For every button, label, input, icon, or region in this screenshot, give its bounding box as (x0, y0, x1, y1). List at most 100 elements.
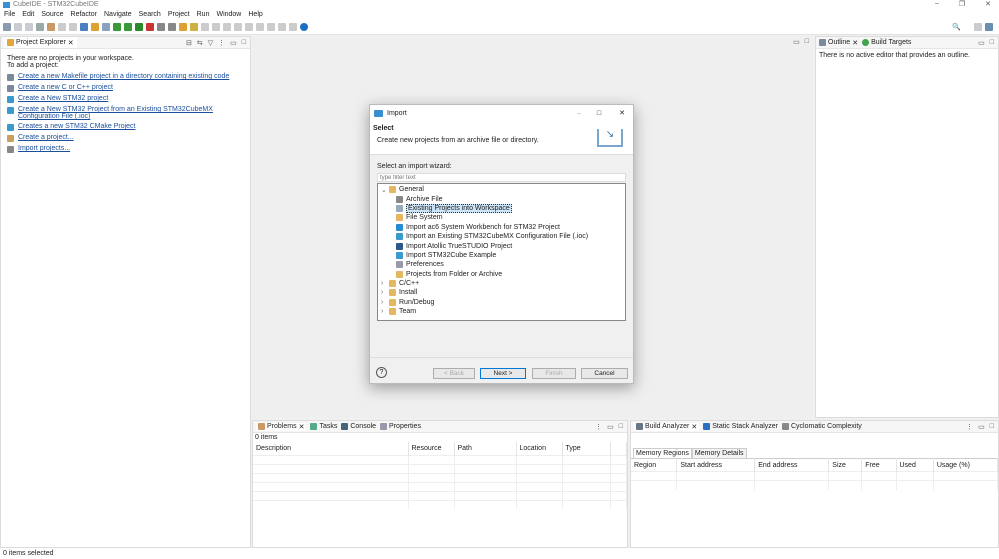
column-header[interactable]: Start address (676, 458, 756, 472)
maximize-button[interactable]: □ (597, 110, 601, 117)
toolbar-button-icon[interactable] (157, 23, 165, 31)
toolbar-button-icon[interactable] (69, 23, 77, 31)
menu-help[interactable]: Help (248, 11, 262, 18)
tab-static-stack-analyzer[interactable]: Static Stack Analyzer (703, 423, 778, 430)
search-icon[interactable]: 🔍 (952, 23, 961, 31)
tab-properties[interactable]: Properties (380, 423, 421, 430)
tab-tasks[interactable]: Tasks (310, 423, 337, 430)
close-icon[interactable]: ✕ (852, 39, 858, 47)
help-button[interactable]: ? (376, 367, 387, 378)
maximize-view-icon[interactable]: □ (990, 423, 994, 431)
link-text[interactable]: Import projects... (18, 145, 70, 152)
tab-outline[interactable]: Outline ✕ (819, 39, 858, 47)
create-project-link[interactable]: Create a New STM32 Project from an Exist… (7, 106, 244, 120)
close-icon[interactable]: ✕ (68, 39, 74, 47)
collapse-all-icon[interactable]: ⊟ (186, 39, 192, 47)
column-header[interactable]: Usage (%) (933, 458, 999, 472)
column-header[interactable]: Type (562, 442, 611, 455)
subtab-memory-regions[interactable]: Memory Regions (633, 448, 692, 458)
toolbar-button-icon[interactable] (267, 23, 275, 31)
toolbar-button-icon[interactable] (47, 23, 55, 31)
link-text[interactable]: Create a project... (18, 134, 74, 141)
menu-source[interactable]: Source (41, 11, 63, 18)
view-menu-icon[interactable]: ⋮ (966, 423, 973, 431)
menu-file[interactable]: File (4, 11, 15, 18)
tab-problems[interactable]: Problems ✕ (256, 422, 307, 431)
minimize-button[interactable]: – (577, 110, 581, 117)
toolbar-button-icon[interactable] (190, 23, 198, 31)
finish-button[interactable]: Finish (532, 368, 576, 379)
link-text[interactable]: Creates a new STM32 CMake Project (18, 123, 136, 130)
subtab-memory-details[interactable]: Memory Details (691, 448, 747, 458)
toolbar-button-icon[interactable] (278, 23, 286, 31)
toolbar-button-icon[interactable] (256, 23, 264, 31)
tab-cyclomatic-complexity[interactable]: Cyclomatic Complexity (782, 423, 862, 430)
menu-search[interactable]: Search (139, 11, 161, 18)
toolbar-button-icon[interactable] (168, 23, 176, 31)
tree-item[interactable]: ⌄ General (380, 185, 623, 194)
chevron-right-icon[interactable]: › (381, 289, 386, 296)
toolbar-button-icon[interactable] (3, 23, 11, 31)
toolbar-button-icon[interactable] (102, 23, 110, 31)
menu-project[interactable]: Project (168, 11, 190, 18)
chevron-right-icon[interactable]: › (381, 280, 386, 287)
toolbar-button-icon[interactable] (80, 23, 88, 31)
close-icon[interactable]: ✕ (299, 423, 305, 431)
create-project-link[interactable]: Create a project... (7, 134, 244, 142)
chevron-right-icon[interactable]: › (381, 308, 386, 315)
link-text[interactable]: Create a New STM32 project (18, 95, 108, 102)
tree-item[interactable]: Import STM32Cube Example (380, 251, 623, 260)
toolbar-button-icon[interactable] (146, 23, 154, 31)
tree-item[interactable]: Import an Existing STM32CubeMX Configura… (380, 232, 623, 241)
tree-item[interactable]: › C/C++ (380, 279, 623, 288)
toolbar-button-icon[interactable] (234, 23, 242, 31)
minimize-view-icon[interactable]: ▭ (978, 39, 985, 47)
create-project-link[interactable]: Creates a new STM32 CMake Project (7, 123, 244, 131)
maximize-view-icon[interactable]: □ (242, 39, 246, 47)
toolbar-button-icon[interactable] (245, 23, 253, 31)
close-button[interactable]: ✕ (619, 109, 625, 117)
close-icon[interactable]: ✕ (691, 423, 697, 431)
minimize-button[interactable]: – (935, 0, 939, 8)
chevron-right-icon[interactable]: › (381, 299, 386, 306)
column-header[interactable]: Description (253, 442, 409, 455)
menu-window[interactable]: Window (216, 11, 241, 18)
toolbar-button-icon[interactable] (300, 23, 308, 31)
tree-item[interactable]: Import Atollic TrueSTUDIO Project (380, 241, 623, 250)
toolbar-button-icon[interactable] (58, 23, 66, 31)
column-header[interactable]: Free (861, 458, 897, 472)
toolbar-button-icon[interactable] (179, 23, 187, 31)
minimize-view-icon[interactable]: ▭ (793, 38, 800, 46)
create-project-link[interactable]: Import projects... (7, 145, 244, 153)
toolbar-button-icon[interactable] (36, 23, 44, 31)
view-menu-icon[interactable]: ⋮ (595, 423, 602, 431)
tree-item[interactable]: Preferences (380, 260, 623, 269)
toolbar-button-icon[interactable] (91, 23, 99, 31)
tab-build-targets[interactable]: Build Targets (862, 39, 911, 46)
toolbar-button-icon[interactable] (14, 23, 22, 31)
tab-build-analyzer[interactable]: Build Analyzer ✕ (634, 422, 700, 431)
minimize-view-icon[interactable]: ▭ (607, 423, 614, 431)
toolbar-button-icon[interactable] (223, 23, 231, 31)
maximize-view-icon[interactable]: □ (619, 423, 623, 431)
back-button[interactable]: < Back (433, 368, 475, 379)
link-icon[interactable]: ⇆ (197, 39, 203, 47)
toolbar-button-icon[interactable] (201, 23, 209, 31)
toolbar-button-icon[interactable] (212, 23, 220, 31)
column-header[interactable]: Used (896, 458, 934, 472)
perspective-icon[interactable] (985, 23, 993, 31)
column-header[interactable]: Path (454, 442, 517, 455)
column-header[interactable]: Location (516, 442, 563, 455)
minimize-view-icon[interactable]: ▭ (230, 39, 237, 47)
menu-navigate[interactable]: Navigate (104, 11, 132, 18)
menu-edit[interactable]: Edit (22, 11, 34, 18)
cancel-button[interactable]: Cancel (581, 368, 628, 379)
column-header[interactable]: Resource (408, 442, 455, 455)
toolbar-button-icon[interactable] (25, 23, 33, 31)
column-header[interactable]: Region (631, 458, 678, 472)
tree-item[interactable]: Projects from Folder or Archive (380, 270, 623, 279)
tree-item[interactable]: › Team (380, 307, 623, 316)
create-project-link[interactable]: Create a New STM32 project (7, 95, 244, 103)
close-button[interactable]: ✕ (985, 0, 991, 8)
create-project-link[interactable]: Create a new C or C++ project (7, 84, 244, 92)
